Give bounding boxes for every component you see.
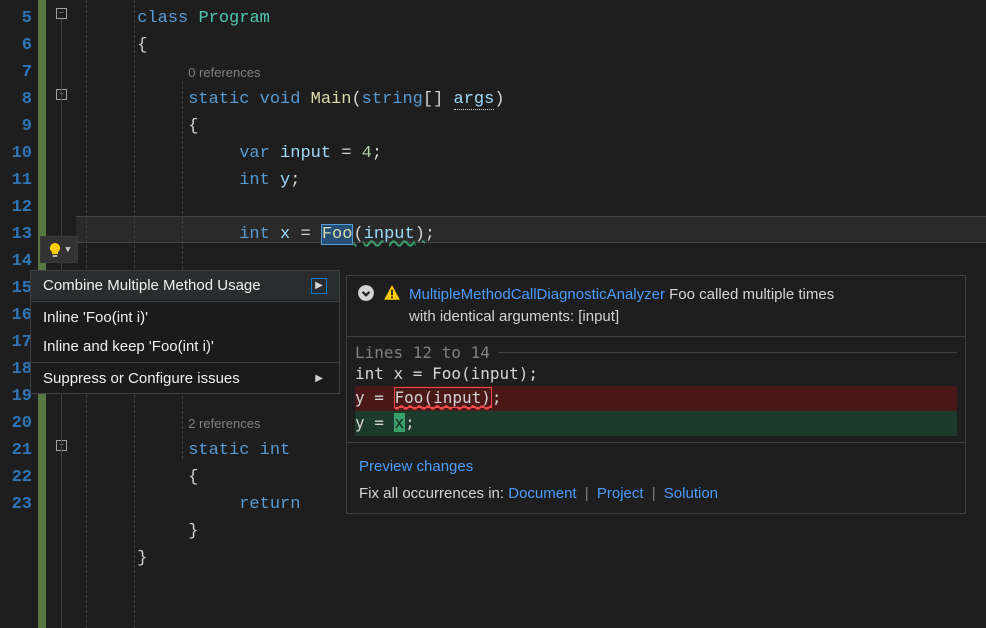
diff-removed-line: y = Foo(input); bbox=[355, 386, 957, 411]
code-line[interactable]: int y; bbox=[76, 167, 986, 194]
menu-item-suppress-configure[interactable]: Suppress or Configure issues ▶ bbox=[31, 364, 339, 393]
line-number: 20 bbox=[0, 410, 32, 437]
line-number: 15 bbox=[0, 275, 32, 302]
diff-title: Lines 12 to 14 bbox=[355, 343, 957, 362]
line-number: 13 bbox=[0, 221, 32, 248]
chevron-down-circle-icon[interactable] bbox=[357, 284, 375, 302]
menu-item-inline-keep-foo[interactable]: Inline and keep 'Foo(int i)' bbox=[31, 332, 339, 361]
code-line[interactable] bbox=[76, 194, 986, 221]
code-line[interactable]: static void Main(string[] args) bbox=[76, 86, 986, 113]
menu-item-combine-usage[interactable]: Combine Multiple Method Usage ▶ bbox=[31, 271, 339, 300]
diagnostic-message: with identical arguments: [input] bbox=[409, 308, 619, 325]
menu-item-label: Inline and keep 'Foo(int i)' bbox=[43, 338, 214, 355]
line-number: 14 bbox=[0, 248, 32, 275]
diagnostic-message: Foo called multiple times bbox=[669, 286, 834, 303]
fix-document-link[interactable]: Document bbox=[508, 485, 576, 502]
line-number: 16 bbox=[0, 302, 32, 329]
menu-item-label: Combine Multiple Method Usage bbox=[43, 277, 261, 294]
line-number: 17 bbox=[0, 329, 32, 356]
submenu-arrow-icon: ▶ bbox=[311, 278, 327, 294]
menu-item-label: Inline 'Foo(int i)' bbox=[43, 309, 148, 326]
codelens[interactable]: 0 references bbox=[76, 59, 986, 86]
code-line[interactable]: int x = Foo(input); bbox=[76, 221, 986, 248]
diagnostic-footer: Preview changes Fix all occurrences in: … bbox=[347, 443, 965, 513]
lightbulb-button[interactable]: ▼ bbox=[40, 236, 78, 263]
line-number: 22 bbox=[0, 464, 32, 491]
line-number: 9 bbox=[0, 113, 32, 140]
fix-solution-link[interactable]: Solution bbox=[664, 485, 718, 502]
code-line[interactable]: { bbox=[76, 32, 986, 59]
diff-preview: Lines 12 to 14 int x = Foo(input); y = F… bbox=[347, 337, 965, 442]
line-number: 19 bbox=[0, 383, 32, 410]
diff-added-line: y = x; bbox=[355, 411, 957, 436]
code-line[interactable]: class Program bbox=[76, 5, 986, 32]
menu-item-inline-foo[interactable]: Inline 'Foo(int i)' bbox=[31, 303, 339, 332]
code-line[interactable]: var input = 4; bbox=[76, 140, 986, 167]
line-number: 6 bbox=[0, 32, 32, 59]
fix-project-link[interactable]: Project bbox=[597, 485, 644, 502]
analyzer-link[interactable]: MultipleMethodCallDiagnosticAnalyzer bbox=[409, 286, 665, 303]
line-number: 11 bbox=[0, 167, 32, 194]
preview-changes-link[interactable]: Preview changes bbox=[359, 458, 473, 475]
fold-collapse-icon[interactable]: − bbox=[56, 8, 67, 19]
code-line[interactable]: } bbox=[76, 518, 986, 545]
menu-item-label: Suppress or Configure issues bbox=[43, 370, 240, 387]
menu-separator bbox=[31, 301, 339, 302]
line-number: 18 bbox=[0, 356, 32, 383]
diagnostic-preview-panel: MultipleMethodCallDiagnosticAnalyzer Foo… bbox=[346, 275, 966, 514]
warning-icon bbox=[383, 284, 401, 302]
code-line[interactable]: { bbox=[76, 113, 986, 140]
chevron-down-icon: ▼ bbox=[65, 245, 70, 255]
line-number: 21 bbox=[0, 437, 32, 464]
line-number: 7 bbox=[0, 59, 32, 86]
line-number: 5 bbox=[0, 5, 32, 32]
submenu-arrow-icon: ▶ bbox=[315, 373, 327, 384]
diff-context-line: int x = Foo(input); bbox=[355, 362, 957, 387]
line-number: 10 bbox=[0, 140, 32, 167]
code-line[interactable]: } bbox=[76, 545, 986, 572]
lightbulb-icon bbox=[47, 242, 63, 258]
line-number: 12 bbox=[0, 194, 32, 221]
fix-all-label: Fix all occurrences in: bbox=[359, 485, 504, 502]
quick-actions-menu: Combine Multiple Method Usage ▶ Inline '… bbox=[30, 270, 340, 394]
line-number: 23 bbox=[0, 491, 32, 518]
diagnostic-header: MultipleMethodCallDiagnosticAnalyzer Foo… bbox=[347, 276, 965, 336]
menu-separator bbox=[31, 362, 339, 363]
line-number: 8 bbox=[0, 86, 32, 113]
